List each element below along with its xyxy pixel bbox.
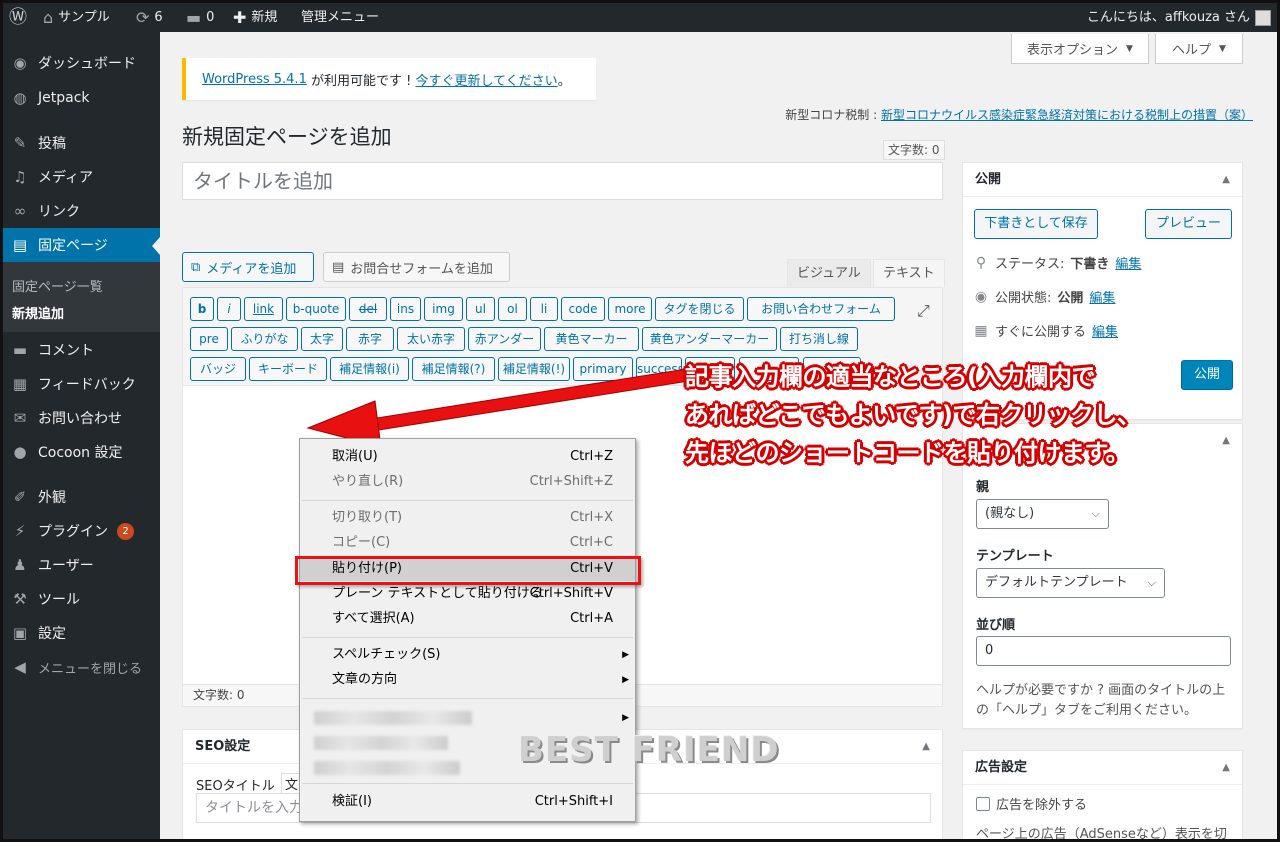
menu-select-all[interactable]: すべて選択(A) Ctrl+A bbox=[300, 607, 635, 631]
menu-cut[interactable]: 切り取り(T) Ctrl+X bbox=[300, 506, 635, 530]
blurred-extension-label bbox=[314, 711, 472, 725]
menu-paste-plain[interactable]: プレーン テキストとして貼り付ける Ctrl+Shift+V bbox=[300, 582, 635, 606]
menu-inspect[interactable]: 検証(I) Ctrl+Shift+I bbox=[300, 790, 635, 814]
annotation-text: 記事入力欄の適当なところ(入力欄内で あればどこでもよいです)で右クリックし、 … bbox=[685, 363, 1141, 467]
menu-separator bbox=[302, 783, 633, 784]
blurred-extension-label bbox=[314, 761, 460, 775]
menu-spellcheck[interactable]: スペルチェック(S) ▶ bbox=[300, 643, 635, 667]
watermark: BEST FRIEND bbox=[518, 730, 780, 770]
menu-extension-1[interactable]: ▶ bbox=[300, 706, 635, 730]
menu-copy[interactable]: コピー(C) Ctrl+C bbox=[300, 531, 635, 555]
browser-viewport: Ⓦ ⌂ サンプル ⟳ 6 ▬ 0 ✚ 新規 管理メニュー こんにちは、affkouza … bbox=[3, 3, 1277, 839]
submenu-arrow-icon: ▶ bbox=[622, 713, 629, 723]
menu-separator bbox=[302, 637, 633, 638]
submenu-arrow-icon: ▶ bbox=[622, 675, 629, 685]
menu-separator bbox=[302, 698, 633, 699]
menu-redo[interactable]: やり直し(R) Ctrl+Shift+Z bbox=[300, 470, 635, 494]
paste-highlight-box bbox=[295, 556, 641, 585]
menu-undo[interactable]: 取消(U) Ctrl+Z bbox=[300, 445, 635, 469]
menu-text-direction[interactable]: 文章の方向 ▶ bbox=[300, 668, 635, 692]
menu-separator bbox=[302, 500, 633, 501]
submenu-arrow-icon: ▶ bbox=[622, 650, 629, 660]
blurred-extension-label bbox=[314, 736, 448, 750]
